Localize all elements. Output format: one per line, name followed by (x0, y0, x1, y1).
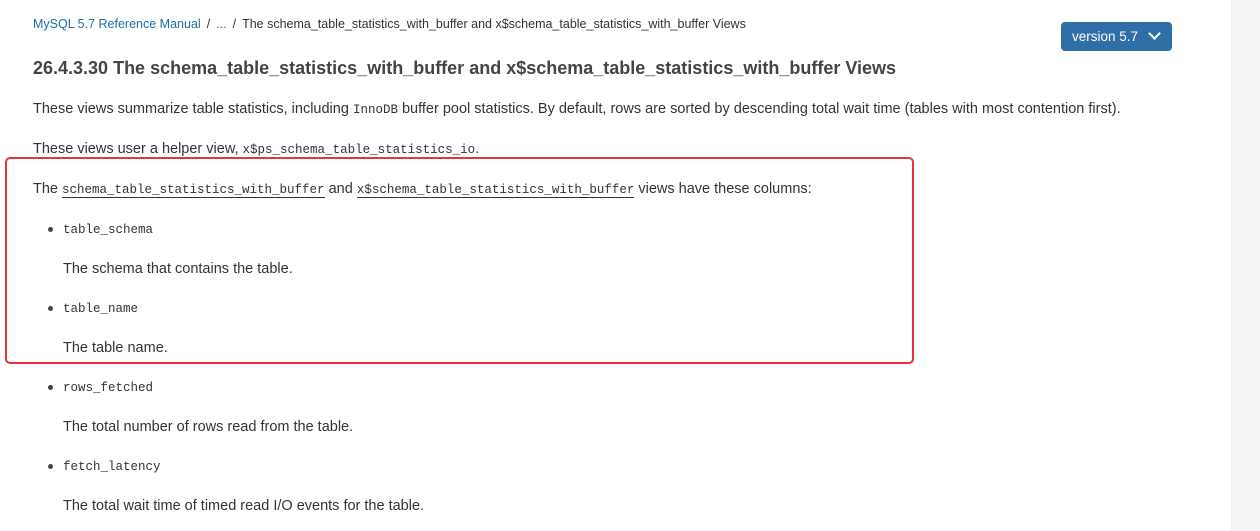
page-title: 26.4.3.30 The schema_table_statistics_wi… (33, 58, 897, 78)
bullet-icon (48, 464, 53, 469)
helper-view-code: x$ps_schema_table_statistics_io (242, 143, 476, 157)
highlight-annotation-box (5, 157, 914, 364)
column-description: The total number of rows read from the t… (63, 419, 354, 435)
column-description: The total wait time of timed read I/O ev… (63, 498, 425, 514)
breadcrumb-separator: / (232, 17, 237, 31)
column-name: rows_fetched (63, 381, 154, 395)
column-name: fetch_latency (63, 460, 161, 474)
scrollbar-track[interactable] (1231, 0, 1260, 531)
helper-view-paragraph: These views user a helper view, x$ps_sch… (33, 141, 480, 157)
version-label: version 5.7 (1072, 29, 1139, 44)
breadcrumb-current: The schema_table_statistics_with_buffer … (242, 17, 746, 31)
breadcrumb-separator: / (206, 17, 211, 31)
chevron-down-icon (1148, 27, 1161, 40)
innodb-code: InnoDB (352, 103, 398, 117)
breadcrumb: MySQL 5.7 Reference Manual /... / The schem… (33, 17, 746, 31)
intro-paragraph: These views summarize table statistics, … (33, 101, 1121, 117)
version-select-button[interactable]: version 5.7 (1061, 22, 1172, 51)
bullet-icon (48, 385, 53, 390)
breadcrumb-manual-link[interactable]: MySQL 5.7 Reference Manual (33, 17, 201, 31)
breadcrumb-ellipsis-link[interactable]: ... (216, 17, 226, 31)
